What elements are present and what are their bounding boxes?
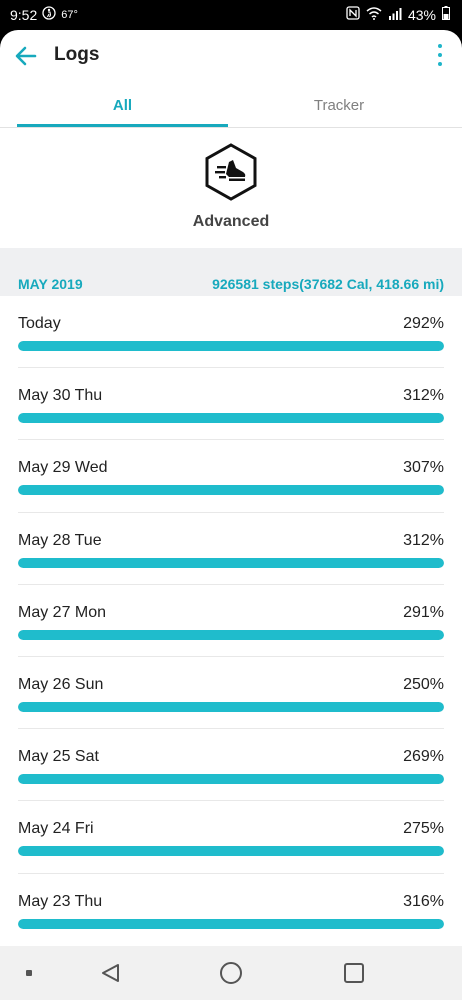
tab-tracker[interactable]: Tracker xyxy=(233,82,445,128)
progress-bar xyxy=(18,485,444,496)
log-row[interactable]: May 30 Thu 312% xyxy=(18,368,444,441)
progress-bar-fill xyxy=(18,557,444,568)
more-vert-icon-dot xyxy=(438,62,442,66)
log-percent: 312% xyxy=(403,387,444,405)
progress-bar xyxy=(18,774,444,785)
log-percent: 250% xyxy=(403,675,444,693)
mode-section: Advanced xyxy=(0,128,462,248)
progress-bar-fill xyxy=(18,701,444,712)
signal-icon xyxy=(388,7,402,23)
month-summary: MAY 2019 926581 steps(37682 Cal, 418.66 … xyxy=(0,248,462,296)
log-row[interactable]: Today 292% xyxy=(18,296,444,369)
progress-bar xyxy=(18,629,444,640)
log-date: May 30 Thu xyxy=(18,387,103,405)
page-title: Logs xyxy=(54,44,100,65)
log-date: May 27 Mon xyxy=(18,603,107,621)
back-button[interactable] xyxy=(12,42,40,70)
more-options-button[interactable] xyxy=(432,42,448,68)
recent-dot-icon xyxy=(26,970,32,976)
wifi-icon xyxy=(366,6,382,23)
more-vert-icon-dot xyxy=(438,53,442,57)
tab-all[interactable]: All xyxy=(17,82,228,128)
more-vert-icon-dot xyxy=(438,44,442,48)
app-surface: Logs All Tracker Advanced MAY 2019 92658… xyxy=(0,30,462,946)
progress-bar xyxy=(18,846,444,857)
status-battery: 43% xyxy=(407,6,436,23)
log-row[interactable]: May 29 Wed 307% xyxy=(18,440,444,513)
progress-bar xyxy=(18,701,444,712)
nfc-icon xyxy=(346,6,360,23)
progress-bar-fill xyxy=(18,846,444,857)
log-date: Today xyxy=(18,315,61,332)
status-time: 9:52 xyxy=(10,6,38,23)
progress-bar-fill xyxy=(18,485,444,496)
home-circle-icon xyxy=(220,962,242,984)
log-row[interactable]: May 24 Fri 275% xyxy=(18,801,444,874)
tab-bar: All Tracker xyxy=(0,82,462,128)
status-bar: 9:52 67° 43% xyxy=(0,0,462,30)
log-percent: 292% xyxy=(403,315,444,332)
log-row[interactable]: May 23 Thu 316% xyxy=(18,874,444,946)
summary-total: 926581 steps(37682 Cal, 418.66 mi) xyxy=(212,276,444,292)
log-percent: 312% xyxy=(403,531,444,549)
progress-bar xyxy=(18,557,444,568)
overview-nav-button[interactable] xyxy=(336,946,372,1000)
home-nav-button[interactable] xyxy=(213,946,249,1000)
log-list: Today 292% May 30 Thu 312% May 29 Wed 30… xyxy=(0,296,462,946)
progress-bar xyxy=(18,341,444,351)
log-row[interactable]: May 27 Mon 291% xyxy=(18,585,444,657)
tab-indicator xyxy=(17,124,228,127)
overview-square-icon xyxy=(344,963,364,983)
progress-bar-fill xyxy=(18,629,444,640)
back-triangle-icon xyxy=(102,964,119,982)
progress-bar-fill xyxy=(18,341,444,351)
running-shoe-icon xyxy=(205,143,257,201)
log-date: May 29 Wed xyxy=(18,459,108,477)
status-right: 43% xyxy=(346,6,450,23)
app-bar: Logs xyxy=(0,30,462,82)
status-temperature: 67° xyxy=(61,8,78,21)
log-date: May 28 Tue xyxy=(18,531,102,549)
progress-bar-fill xyxy=(18,918,444,929)
battery-icon xyxy=(442,6,450,23)
log-row[interactable]: May 28 Tue 312% xyxy=(18,513,444,585)
arrow-left-icon xyxy=(15,46,37,66)
log-date: May 24 Fri xyxy=(18,820,94,838)
progress-bar xyxy=(18,918,444,929)
log-percent: 269% xyxy=(403,748,444,766)
step-counter-icon xyxy=(42,6,56,23)
progress-bar-fill xyxy=(18,774,444,785)
log-percent: 291% xyxy=(403,603,444,621)
status-left: 9:52 67° xyxy=(10,6,78,23)
log-date: May 26 Sun xyxy=(18,675,104,693)
log-date: May 23 Thu xyxy=(18,892,103,910)
log-percent: 275% xyxy=(403,820,444,838)
mode-label: Advanced xyxy=(192,213,270,230)
log-percent: 316% xyxy=(403,892,444,910)
log-row[interactable]: May 25 Sat 269% xyxy=(18,729,444,802)
summary-month: MAY 2019 xyxy=(18,276,83,292)
recent-dot-button[interactable] xyxy=(16,946,42,1000)
progress-bar xyxy=(18,413,444,424)
log-row[interactable]: May 26 Sun 250% xyxy=(18,657,444,730)
log-percent: 307% xyxy=(403,459,444,477)
system-nav-bar xyxy=(0,946,462,1000)
back-nav-button[interactable] xyxy=(92,946,128,1000)
log-date: May 25 Sat xyxy=(18,748,99,766)
progress-bar-fill xyxy=(18,413,444,424)
